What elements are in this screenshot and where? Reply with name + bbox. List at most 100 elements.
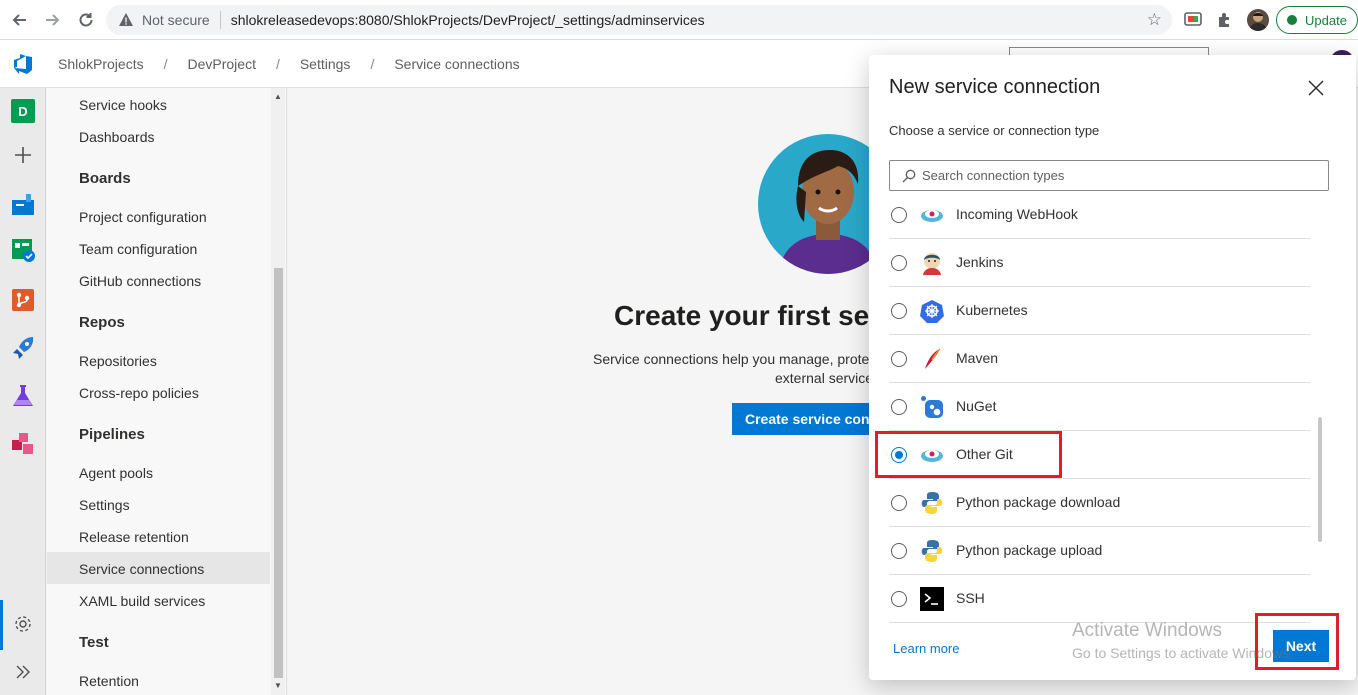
empty-state-description: Service connections help you manage, pro… [593,351,877,367]
connection-type-row-jenkins[interactable]: Jenkins [889,239,1310,287]
nav-item-repositories[interactable]: Repositories [79,353,157,369]
radio-button[interactable] [891,207,907,223]
nav-item-agent-pools[interactable]: Agent pools [79,465,153,481]
close-icon[interactable] [1306,78,1326,98]
nav-item-retention[interactable]: Retention [79,673,139,689]
nav-item-service-hooks[interactable]: Service hooks [79,97,167,113]
settings-selected-indicator [0,600,3,650]
artifacts-icon[interactable] [11,432,35,456]
radio-button[interactable] [891,591,907,607]
connection-list-scrollbar[interactable] [1318,417,1322,542]
nav-item-project-configuration[interactable]: Project configuration [79,209,207,225]
reload-icon[interactable] [70,4,102,36]
nav-heading-pipelines: Pipelines [79,426,145,443]
azure-devops-logo-icon[interactable] [12,53,34,75]
activate-windows-watermark: Activate Windows [1072,620,1222,641]
radio-button[interactable] [891,303,907,319]
radio-button[interactable] [891,399,907,415]
url-text[interactable]: shlokreleasedevops:8080/ShlokProjects/De… [231,12,705,28]
terminal-icon [920,587,944,611]
nav-heading-test: Test [79,634,109,651]
radio-button-selected[interactable] [891,447,907,463]
breadcrumb: ShlokProjects / DevProject / Settings / … [58,56,520,72]
python-icon [921,492,943,514]
not-secure-label[interactable]: Not secure [142,12,210,28]
breadcrumb-organization[interactable]: ShlokProjects [58,56,144,72]
connection-type-list: Incoming WebHook Jenkins Kubernetes Mave… [869,200,1356,625]
connection-type-row-ssh[interactable]: SSH [889,575,1310,623]
connection-type-label: Maven [956,350,999,366]
new-service-connection-panel: New service connection Choose a service … [869,55,1356,680]
connection-type-row-kubernetes[interactable]: Kubernetes [889,287,1310,335]
connection-type-label: NuGet [956,398,997,414]
cast-icon[interactable] [1182,9,1204,31]
repos-icon[interactable] [11,288,35,312]
nav-item-release-retention[interactable]: Release retention [79,529,189,545]
radio-button[interactable] [891,495,907,511]
nav-heading-boards: Boards [79,170,131,187]
nav-item-github-connections[interactable]: GitHub connections [79,273,201,289]
nav-item-team-configuration[interactable]: Team configuration [79,241,197,257]
radio-button[interactable] [891,543,907,559]
nav-item-settings[interactable]: Settings [79,497,130,513]
breadcrumb-service-connections[interactable]: Service connections [394,56,519,72]
pipelines-icon[interactable] [11,336,35,360]
connection-search-box[interactable] [889,160,1329,191]
scroll-up-arrow-icon[interactable]: ▲ [274,92,282,101]
nav-heading-repos: Repos [79,314,125,331]
bookmark-star-icon[interactable]: ☆ [1147,10,1162,30]
boards-icon[interactable] [11,238,35,262]
jenkins-icon [923,253,941,275]
warning-icon [119,13,133,26]
forward-icon[interactable] [36,4,68,36]
scroll-down-arrow-icon[interactable]: ▼ [274,681,282,690]
connection-type-label: Jenkins [956,254,1004,270]
project-badge[interactable]: D [11,99,35,123]
extensions-puzzle-icon[interactable] [1213,9,1235,31]
profile-avatar[interactable] [1247,9,1269,31]
address-bar[interactable]: Not secure shlokreleasedevops:8080/Shlok… [106,5,1172,35]
plus-icon[interactable] [11,143,35,167]
settings-nav: Service hooks Dashboards Boards Project … [47,88,287,695]
back-icon[interactable] [4,4,36,36]
connection-type-row-incoming-webhook[interactable]: Incoming WebHook [889,200,1310,239]
kubernetes-icon [920,300,944,323]
breadcrumb-settings[interactable]: Settings [300,56,351,72]
connection-type-row-python-package-download[interactable]: Python package download [889,479,1310,527]
radio-button[interactable] [891,351,907,367]
expand-rail-chevrons-icon[interactable] [11,660,35,684]
breadcrumb-project[interactable]: DevProject [187,56,255,72]
nuget-icon [921,396,943,418]
connection-type-label: Incoming WebHook [956,206,1078,222]
empty-state-title: Create your first servi [614,300,904,331]
gear-icon[interactable] [11,612,35,636]
python-icon [921,540,943,562]
search-connection-types-input[interactable] [922,168,1322,183]
nav-item-dashboards[interactable]: Dashboards [79,129,155,145]
nav-item-service-connections[interactable]: Service connections [79,561,204,577]
maven-icon [925,348,941,369]
learn-more-link[interactable]: Learn more [893,641,959,656]
connection-type-label: SSH [956,590,985,606]
activate-windows-subtext: Go to Settings to activate Windows. [1072,645,1293,661]
create-service-connection-button[interactable]: Create service conn [732,403,892,435]
nav-item-xaml-build-services[interactable]: XAML build services [79,593,205,609]
nav-scrollbar-thumb[interactable] [274,268,283,678]
webhook-icon [921,210,943,222]
search-icon [902,169,916,182]
connection-type-row-python-package-upload[interactable]: Python package upload [889,527,1310,575]
product-rail: D [0,88,46,695]
overview-icon[interactable] [11,192,35,216]
connection-type-label: Python package download [956,494,1121,510]
connection-type-row-nuget[interactable]: NuGet [889,383,1310,431]
connection-type-label: Kubernetes [956,302,1028,318]
connection-type-label: Other Git [956,446,1013,462]
connection-type-row-maven[interactable]: Maven [889,335,1310,383]
connection-type-row-other-git[interactable]: Other Git [889,431,1310,479]
browser-toolbar: Not secure shlokreleasedevops:8080/Shlok… [0,0,1358,40]
update-button[interactable]: Update [1276,6,1358,34]
other-git-icon [921,450,943,462]
nav-item-cross-repo-policies[interactable]: Cross-repo policies [79,385,199,401]
radio-button[interactable] [891,255,907,271]
test-plans-icon[interactable] [11,384,35,408]
